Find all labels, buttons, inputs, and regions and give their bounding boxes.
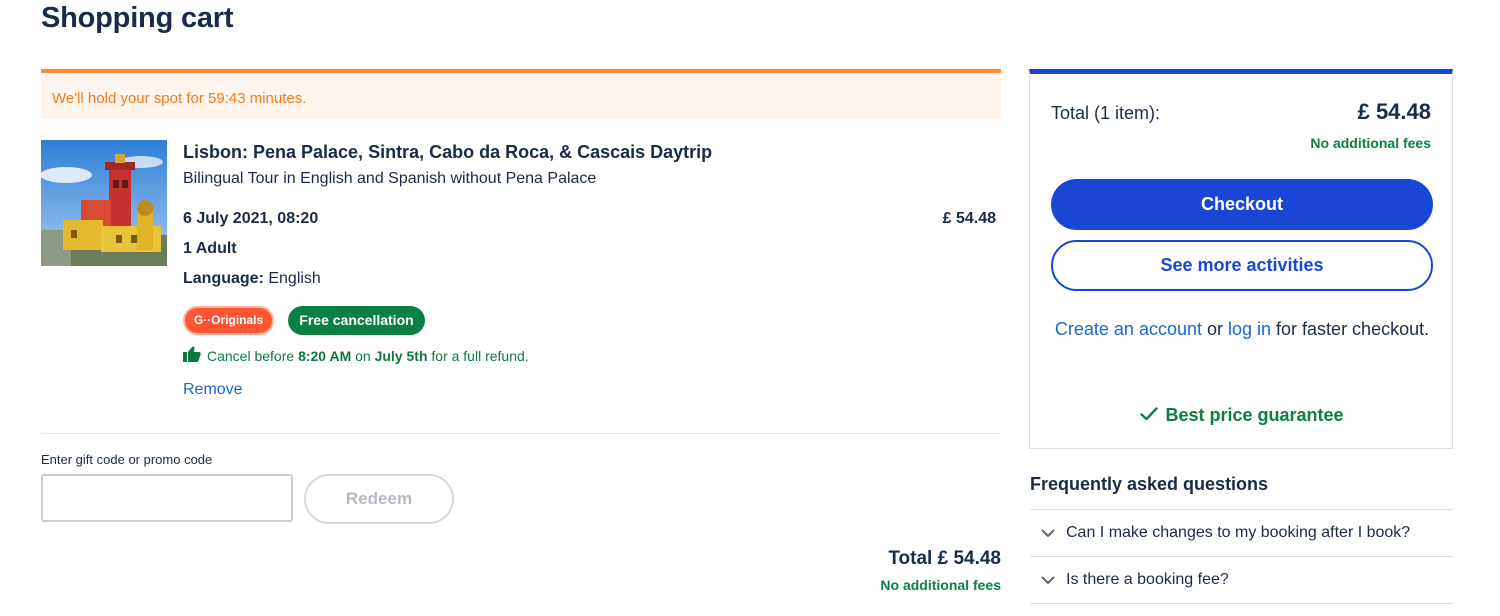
activity-date: 6 July 2021, 08:20 [183, 210, 319, 227]
activity-thumbnail[interactable] [41, 140, 167, 266]
cart-total: Total £ 54.48 [888, 548, 1001, 569]
check-icon [1140, 405, 1159, 426]
divider [1030, 603, 1453, 604]
originals-badge: G··Originals [183, 306, 274, 335]
page-title: Shopping cart [41, 2, 234, 34]
hold-timer-text: We'll hold your spot for 59:43 minutes. [52, 90, 307, 107]
hold-timer-banner: We'll hold your spot for 59:43 minutes. [41, 69, 1001, 119]
promo-code-input[interactable] [41, 474, 293, 522]
thumbs-up-icon [183, 346, 201, 365]
best-price-guarantee: Best price guarantee [1030, 405, 1454, 426]
language-info: Language: English [183, 270, 321, 287]
faq-question: Is there a booking fee? [1066, 571, 1229, 588]
hold-timer-value: 59:43 [208, 90, 246, 107]
account-prompt: Create an account or log in for faster c… [1054, 319, 1430, 339]
log-in-link[interactable]: log in [1228, 319, 1271, 339]
chevron-down-icon [1030, 529, 1066, 538]
activity-title[interactable]: Lisbon: Pena Palace, Sintra, Cabo da Roc… [183, 142, 712, 163]
activity-price: £ 54.48 [942, 210, 996, 227]
promo-code-label: Enter gift code or promo code [41, 452, 213, 467]
remove-item-link[interactable]: Remove [183, 381, 243, 399]
faq-question: Can I make changes to my booking after I… [1066, 524, 1411, 541]
summary-total-value: £ 54.48 [1357, 99, 1431, 124]
participants: 1 Adult [183, 240, 237, 257]
divider [41, 433, 1001, 434]
cancellation-note: Cancel before 8:20 AM on July 5th for a … [183, 346, 529, 365]
see-more-activities-button[interactable]: See more activities [1051, 240, 1433, 291]
no-additional-fees-note: No additional fees [880, 577, 1001, 593]
order-summary: Total (1 item): £ 54.48 No additional fe… [1029, 69, 1453, 449]
create-account-link[interactable]: Create an account [1055, 319, 1202, 339]
activity-option: Bilingual Tour in English and Spanish wi… [183, 170, 597, 187]
faq-item[interactable]: Can I make changes to my booking after I… [1030, 509, 1453, 556]
chevron-down-icon [1030, 576, 1066, 585]
free-cancellation-badge: Free cancellation [288, 306, 425, 335]
faq-title: Frequently asked questions [1030, 474, 1269, 494]
summary-total-label: Total (1 item): [1051, 103, 1161, 123]
redeem-button[interactable]: Redeem [304, 474, 454, 524]
summary-no-fees-note: No additional fees [1310, 135, 1431, 151]
checkout-button[interactable]: Checkout [1051, 179, 1433, 230]
faq-item[interactable]: Is there a booking fee? [1030, 556, 1453, 603]
